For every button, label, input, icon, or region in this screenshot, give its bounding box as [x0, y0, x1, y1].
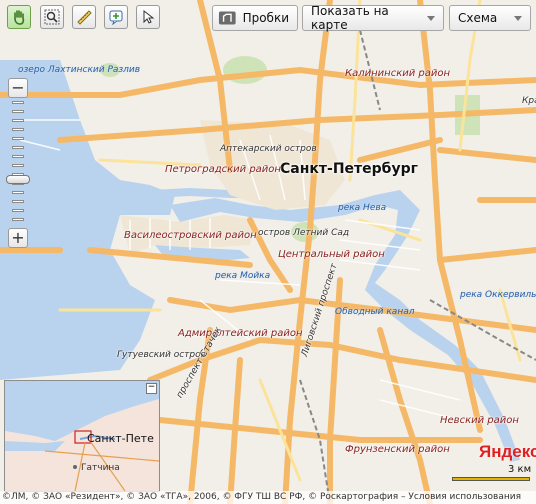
zoom-track[interactable] [12, 101, 24, 229]
ruler-tool-button[interactable] [72, 5, 96, 29]
zoom-tick[interactable] [12, 164, 24, 167]
traffic-icon [218, 11, 236, 25]
zoom-slider-handle[interactable] [6, 175, 30, 184]
district-label: Фрунзенский район [345, 444, 450, 455]
yandex-logo[interactable]: Яндекс [479, 442, 536, 462]
add-point-tool-button[interactable] [104, 5, 128, 29]
place-label: Кра [522, 96, 536, 106]
select-arrow-icon [143, 9, 155, 24]
hand-tool-button[interactable] [7, 5, 31, 29]
water-label: Обводный канал [335, 307, 415, 317]
minimap-town-label: Гатчина [81, 463, 120, 473]
zoom-in-button[interactable]: + [8, 228, 28, 248]
district-label: Адмиралтейский район [178, 328, 303, 339]
magnifier-tool-button[interactable] [40, 5, 64, 29]
district-label: Петроградский район [165, 164, 281, 175]
scale-bar [452, 477, 530, 481]
map-type-label: Схема [458, 11, 498, 25]
show-on-map-dropdown[interactable]: Показать на карте [302, 4, 444, 32]
zoom-tick[interactable] [12, 209, 24, 212]
zoom-tick[interactable] [12, 146, 24, 149]
zoom-tick[interactable] [12, 191, 24, 194]
district-label: Невский район [440, 415, 519, 426]
minimap-city-label: Санкт-Пете [87, 432, 154, 445]
zoom-out-button[interactable]: − [8, 78, 28, 98]
place-label: Аптекарский остров [220, 144, 317, 154]
show-on-map-label: Показать на карте [311, 4, 389, 32]
traffic-label: Пробки [242, 11, 289, 25]
map-type-dropdown[interactable]: Схема [449, 5, 531, 31]
water-label: река Оккервиль [460, 290, 536, 300]
zoom-tick[interactable] [12, 218, 24, 221]
traffic-button[interactable]: Пробки [212, 5, 298, 31]
magnifier-icon [44, 9, 60, 25]
zoom-tick[interactable] [12, 119, 24, 122]
select-tool-button[interactable] [136, 5, 160, 29]
city-label: Санкт-Петербург [280, 161, 418, 177]
district-label: Калининский район [345, 68, 451, 79]
ruler-icon [77, 10, 92, 25]
add-point-icon [109, 10, 123, 25]
zoom-tick[interactable] [12, 110, 24, 113]
chevron-down-icon [514, 15, 522, 21]
overview-minimap[interactable]: Санкт-Пете Гатчина − [4, 380, 160, 492]
chevron-down-icon [427, 15, 435, 21]
copyright-text: ©ЛМ, © ЗАО «Резидент», © ЗАО «ТГА», 2006… [0, 491, 536, 504]
zoom-tick[interactable] [12, 128, 24, 131]
zoom-tick[interactable] [12, 137, 24, 140]
minus-icon: − [11, 78, 25, 97]
scale-label: 3 км [508, 464, 532, 475]
minimap-collapse-button[interactable]: − [146, 383, 157, 394]
district-label: Василеостровский район [124, 230, 257, 241]
water-label: река Нева [338, 203, 387, 213]
water-label: озеро Лахтинский Разлив [18, 65, 141, 75]
hand-icon [14, 10, 25, 25]
place-label: остров Летний Сад [258, 228, 350, 238]
district-label: Центральный район [278, 249, 385, 260]
plus-icon: + [11, 228, 25, 247]
water-label: река Мойка [215, 271, 271, 281]
zoom-tick[interactable] [12, 101, 24, 104]
place-label: Гутуевский остров [117, 350, 206, 360]
zoom-tick[interactable] [12, 200, 24, 203]
zoom-tick[interactable] [12, 155, 24, 158]
